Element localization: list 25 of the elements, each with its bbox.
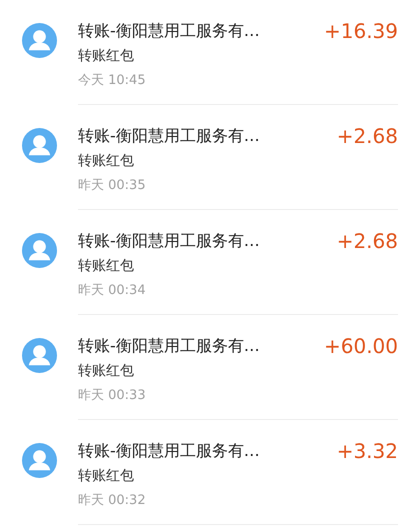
transaction-time: 昨天 00:35 — [78, 177, 147, 195]
transaction-amount: +60.00 — [324, 335, 398, 357]
transaction-time: 昨天 00:32 — [78, 492, 147, 510]
avatar-icon — [22, 233, 57, 268]
transaction-amount: +3.32 — [336, 440, 398, 462]
transaction-time: 昨天 00:33 — [78, 387, 147, 405]
transaction-amount: +2.68 — [336, 125, 398, 147]
avatar-icon — [22, 23, 57, 58]
transaction-title: 转账-衡阳慧用工服务有… — [78, 335, 260, 357]
avatar-icon — [22, 128, 57, 163]
transaction-title: 转账-衡阳慧用工服务有… — [78, 230, 260, 252]
avatar-icon — [22, 338, 57, 373]
transaction-amount: +2.68 — [336, 230, 398, 252]
transaction-amount: +16.39 — [324, 20, 398, 42]
transaction-note: 转账红包 — [78, 467, 135, 486]
transaction-note: 转账红包 — [78, 47, 135, 66]
transaction-note: 转账红包 — [78, 152, 135, 171]
transaction-note: 转账红包 — [78, 257, 135, 276]
transaction-title: 转账-衡阳慧用工服务有… — [78, 125, 260, 147]
transaction-time: 昨天 00:34 — [78, 282, 147, 300]
transaction-note: 转账红包 — [78, 362, 135, 381]
transaction-title: 转账-衡阳慧用工服务有… — [78, 20, 260, 42]
avatar-icon — [22, 443, 57, 478]
transaction-title: 转账-衡阳慧用工服务有… — [78, 440, 260, 462]
transaction-time: 今天 10:45 — [78, 72, 147, 90]
